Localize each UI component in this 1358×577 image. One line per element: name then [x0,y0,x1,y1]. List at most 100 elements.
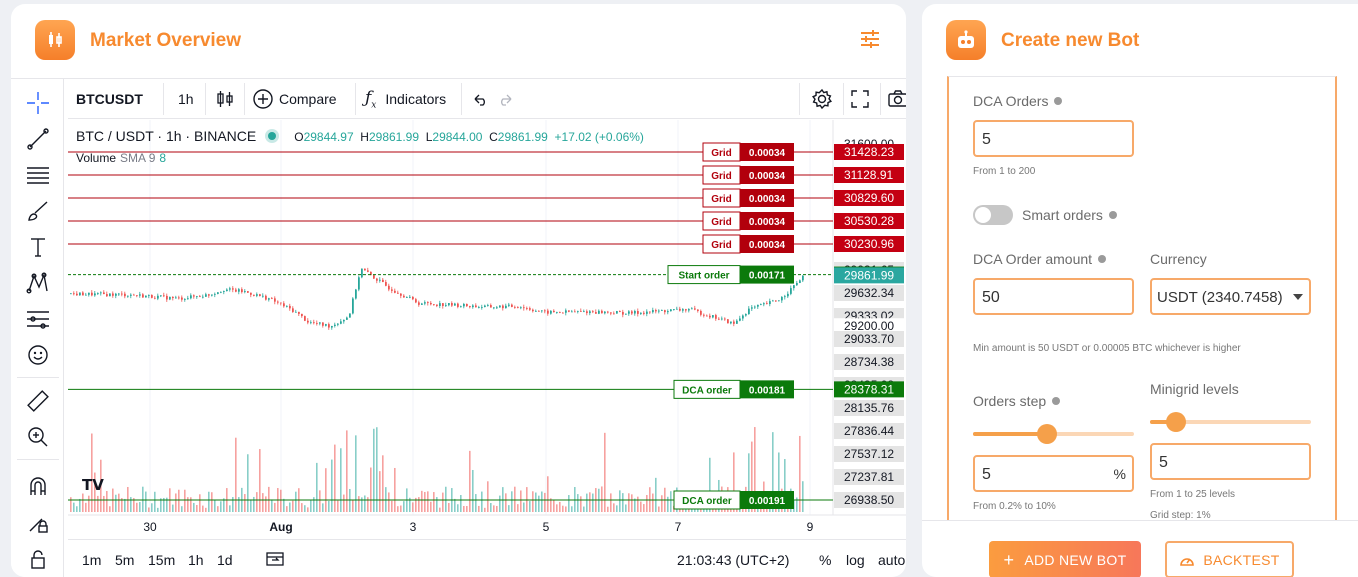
interval-selector[interactable]: 1h [178,79,194,119]
price-label: 29632.34 [844,286,894,300]
candle-body [289,305,291,309]
minigrid-slider[interactable] [1150,412,1311,432]
timeframe-5m[interactable]: 5m [115,552,134,568]
backtest-button[interactable]: BACKTEST [1165,541,1294,577]
candle-body [163,295,165,297]
volume-bar [367,497,369,512]
timeframe-15m[interactable]: 15m [148,552,175,568]
candle-body [661,310,663,311]
candle-body [583,311,585,313]
tradingview-widget: BTCUSDT 1h Compare ƒx Indicators Grid 0.… [11,78,906,577]
lock-icon[interactable] [24,545,52,573]
orders-step-hint: From 0.2% to 10% [973,501,1056,512]
orders-step-input[interactable]: 5 % [973,455,1134,492]
volume-sma-value: 8 [159,151,167,165]
info-icon[interactable] [1054,97,1063,106]
candle-body [265,295,267,300]
minigrid-input[interactable]: 5 [1150,443,1311,480]
candle-body [220,291,222,293]
slider-thumb[interactable] [1037,424,1058,444]
candle-body [478,307,480,308]
volume-bar [124,498,126,512]
candle-body [199,296,201,298]
fullscreen-icon[interactable] [850,79,870,119]
text-tool-icon[interactable] [24,233,52,261]
candle-body [313,322,315,324]
info-icon[interactable] [1108,211,1117,220]
smart-orders-toggle[interactable] [973,205,1013,225]
volume-bar [658,506,660,512]
volume-bar [232,497,234,512]
candle-body [742,315,744,319]
volume-bar [211,492,213,512]
magnet-icon[interactable] [24,473,52,501]
candle-body [346,317,348,320]
slider-thumb[interactable] [1165,412,1186,432]
info-icon[interactable] [1052,397,1061,406]
log-scale-toggle[interactable]: log [846,552,865,568]
volume-bar [205,507,207,512]
min-amount-hint: Min amount is 50 USDT or 0.00005 BTC whi… [973,343,1241,354]
chart-type-icon[interactable] [216,79,234,119]
emoji-icon[interactable] [24,341,52,369]
forecast-icon[interactable] [24,305,52,333]
candle-body [751,307,753,309]
compare-button[interactable]: Compare [252,79,337,119]
ruler-icon[interactable] [24,387,52,415]
symbol-search[interactable]: BTCUSDT [76,79,143,119]
volume-bar [466,506,468,512]
price-chart-canvas[interactable]: Grid 0.00034 Grid 0.00034 Grid 0.00034 Grid 0.0… [68,120,906,540]
timeframe-1m[interactable]: 1m [82,552,101,568]
market-overview-title: Market Overview [90,30,242,51]
candle-body [547,310,549,314]
pattern-icon[interactable] [24,269,52,297]
volume-bar [244,494,246,512]
sliders-icon[interactable] [860,30,880,53]
candle-body [508,304,510,306]
volume-bar [130,497,132,512]
candle-body [229,288,231,290]
timeframe-1d[interactable]: 1d [217,552,233,568]
candle-body [133,294,135,296]
zoom-in-icon[interactable] [24,423,52,451]
candle-body [91,292,93,296]
candle-body [160,295,162,297]
indicators-button[interactable]: ƒx Indicators [365,79,446,119]
orders-step-slider[interactable] [973,424,1134,444]
volume-bar [655,477,657,512]
candle-body [145,295,147,298]
volume-bar [331,459,333,512]
candle-body [481,306,483,308]
auto-scale-toggle[interactable]: auto [878,552,905,568]
horizontal-lines-icon[interactable] [24,161,52,189]
toolbar-divider [17,377,59,378]
volume-bar [568,495,570,512]
info-icon[interactable] [1098,255,1107,264]
timeframe-1h[interactable]: 1h [188,552,204,568]
volume-bar [544,492,546,512]
add-new-bot-button[interactable]: + ADD NEW BOT [989,541,1141,577]
dca-amount-input[interactable]: 50 [973,278,1134,315]
lock-pencil-icon[interactable] [24,509,52,537]
volume-bar [427,491,429,512]
goto-date-icon[interactable] [265,550,285,571]
candle-body [157,295,159,299]
redo-icon[interactable] [497,79,515,119]
crosshair-icon[interactable] [24,89,52,117]
percent-scale-toggle[interactable]: % [819,552,831,568]
candle-body [325,324,327,326]
currency-label: Currency [1150,251,1207,267]
candle-body [769,301,771,305]
undo-icon[interactable] [471,79,489,119]
trend-line-icon[interactable] [24,125,52,153]
price-chart[interactable]: Grid 0.00034 Grid 0.00034 Grid 0.00034 Grid 0.0… [68,120,906,534]
camera-icon[interactable] [887,79,906,119]
currency-select[interactable]: USDT (2340.7458) [1150,278,1311,315]
gear-icon[interactable] [811,79,833,119]
dca-orders-input[interactable]: 5 [973,120,1134,157]
candle-body [634,311,636,314]
volume-bar [154,491,156,512]
volume-bar [229,505,231,512]
brush-icon[interactable] [24,197,52,225]
volume-bar [619,490,621,512]
